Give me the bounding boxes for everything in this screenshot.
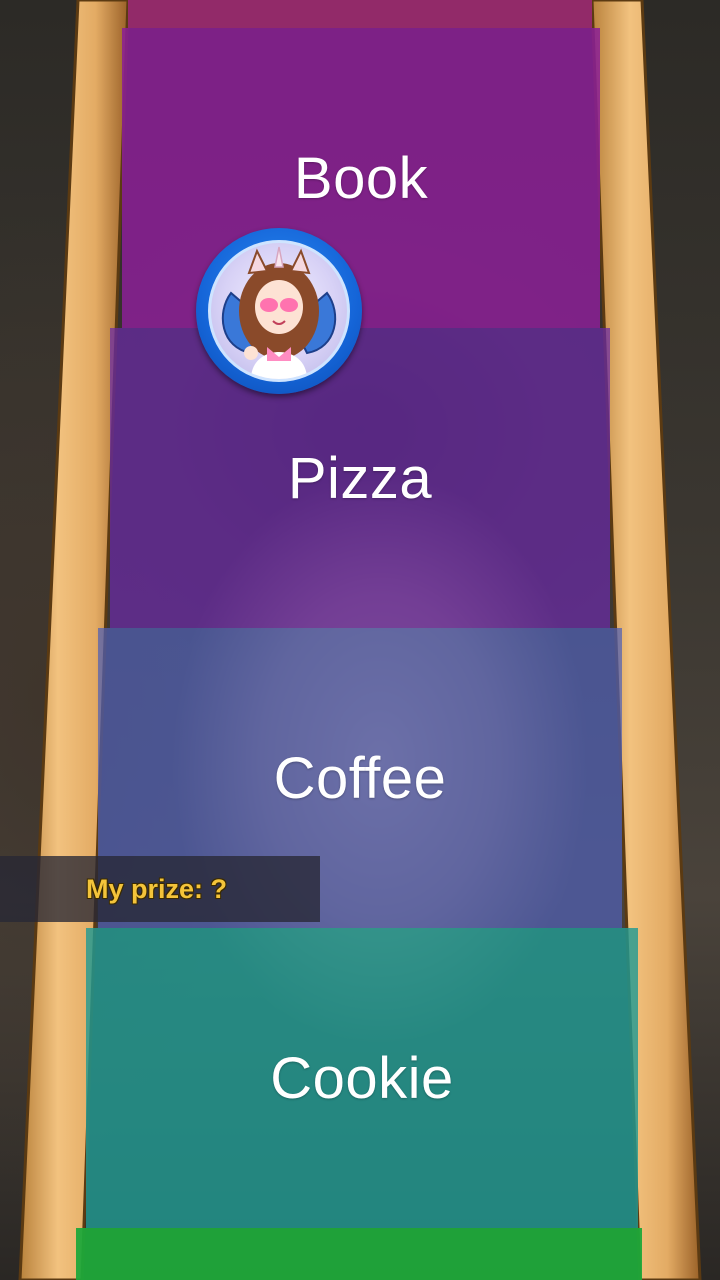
segment-label-book: Book — [293, 145, 429, 211]
wheel-segment-pizza[interactable]: Pizza — [110, 328, 610, 628]
segment-label-pizza: Pizza — [287, 445, 433, 511]
segment-label-cookie: Cookie — [270, 1045, 454, 1111]
wheel-segment-bottom — [76, 1228, 642, 1280]
prize-label: My prize: ? — [86, 874, 228, 904]
anime-girl-avatar-icon — [208, 240, 350, 382]
wheel-segment-cookie[interactable]: Cookie — [86, 928, 638, 1228]
prize-panel: My prize: ? — [0, 856, 320, 922]
segment-label-coffee: Coffee — [273, 745, 447, 811]
player-avatar — [196, 228, 362, 394]
prize-wheel-board: Book Pizza Coffee Cookie — [0, 0, 720, 1280]
wheel-segment-top — [128, 0, 592, 28]
wheel-segment-book[interactable]: Book — [122, 28, 600, 328]
